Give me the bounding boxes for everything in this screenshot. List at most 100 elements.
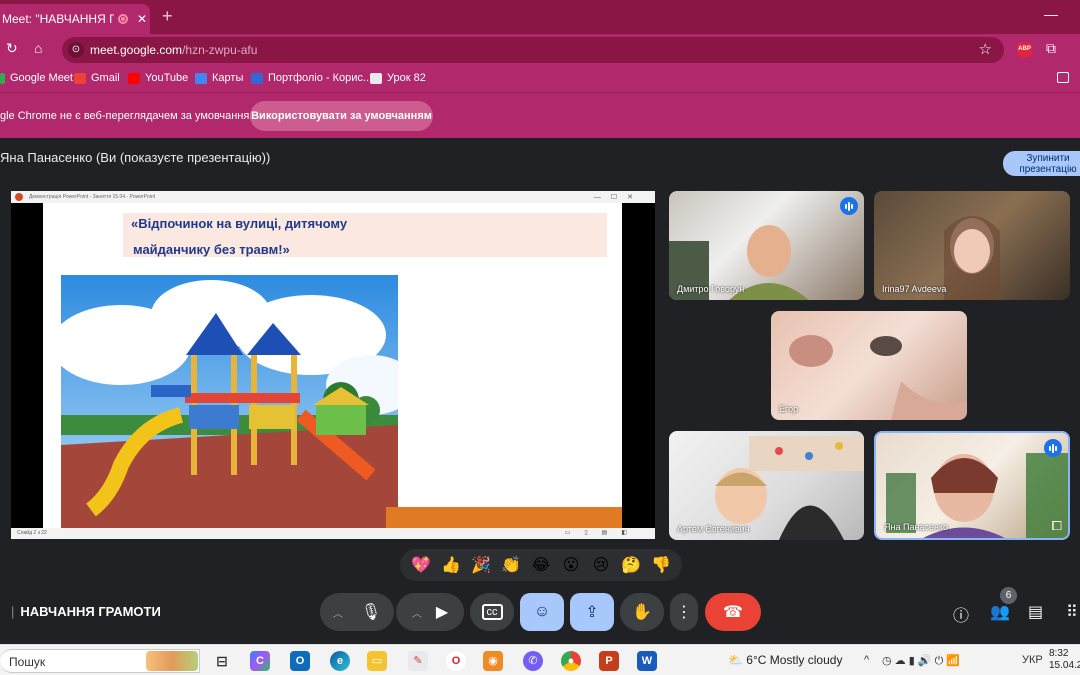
reaction-thumbs-up[interactable]: 👍 — [440, 555, 462, 575]
emoji-icon: ☺ — [533, 603, 551, 620]
people-icon[interactable]: 👥 — [990, 602, 1010, 622]
reactions-button[interactable]: ☺ — [520, 593, 564, 631]
participant-tile[interactable]: Егор — [771, 311, 967, 420]
url-text: meet.google.com/hzn-zwpu-afu — [90, 43, 258, 57]
activities-icon[interactable]: ⠿ — [1066, 602, 1078, 622]
chevron-up-icon[interactable]: ︿ — [333, 605, 343, 620]
new-tab-button[interactable]: + — [162, 6, 173, 27]
reaction-thinking[interactable]: 🤔 — [620, 555, 642, 575]
media-app-icon[interactable]: ◉ — [483, 651, 503, 671]
portfolio-icon — [251, 72, 263, 84]
bookmark-maps[interactable]: Карты — [195, 72, 243, 84]
tab-close-icon[interactable]: ✕ — [137, 12, 147, 26]
folder-icon — [370, 72, 382, 84]
captions-button[interactable]: cc — [470, 593, 514, 631]
site-info-icon[interactable]: ⊙ — [68, 42, 84, 58]
reaction-thumbs-down[interactable]: 👎 — [650, 555, 672, 575]
reaction-surprised[interactable]: 😮 — [560, 555, 582, 575]
slide: «Відпочинок на вулиці, дитячому майданчи… — [43, 203, 622, 528]
participant-name: Яна Панасенко — [884, 522, 948, 532]
active-tab[interactable]: Meet: "НАВЧАННЯ ГРАМО ✕ — [0, 4, 150, 34]
reaction-heart[interactable]: 💖 — [410, 555, 432, 575]
speaking-indicator-icon — [1044, 439, 1062, 457]
present-screen-icon: ⇪ — [585, 604, 599, 621]
reaction-clap[interactable]: 👏 — [500, 555, 522, 575]
raise-hand-button[interactable]: ✋ — [620, 593, 664, 631]
default-browser-infobar: gle Chrome не є веб-переглядачем за умов… — [0, 92, 1080, 138]
more-options-button[interactable]: ⋮ — [670, 593, 698, 631]
bookmark-lesson-82[interactable]: Урок 82 — [370, 72, 426, 84]
set-default-button[interactable]: Використовувати за умовчанням — [250, 101, 433, 131]
outlook-icon[interactable]: O — [290, 651, 310, 671]
participant-tile[interactable]: Дмитро Говорун — [669, 191, 864, 300]
search-highlight-image — [146, 651, 198, 671]
presenting-banner: Яна Панасенко (Ви (показуєте презентацію… — [0, 150, 271, 165]
powerpoint-titlebar: Демонстрація PowerPoint - Заняття 15.04 … — [11, 191, 655, 203]
bookmark-youtube[interactable]: YouTube — [128, 72, 188, 84]
task-view-icon[interactable]: ⊟ — [212, 651, 232, 671]
leave-call-button[interactable]: ☎ — [705, 593, 761, 631]
powerpoint-taskbar-icon[interactable]: P — [599, 651, 619, 671]
crop-icon[interactable]: ⧠ — [1052, 518, 1062, 534]
chat-icon[interactable]: ▤ — [1028, 602, 1043, 622]
slide-title-line2: майданчику без травм!» — [133, 242, 290, 257]
edge-icon[interactable]: e — [330, 651, 350, 671]
extensions-icon[interactable]: ⧉ — [1046, 40, 1056, 57]
camera-icon[interactable]: ▶ — [436, 602, 448, 622]
windows-taskbar: Пошук ⊟ C O e ▭ ✎ O ◉ ✆ ● P W ⛅ 6°C Most… — [0, 644, 1080, 675]
playground-image — [61, 275, 398, 528]
other-bookmarks-icon[interactable] — [1057, 72, 1074, 83]
participant-count-badge: 6 — [1000, 587, 1017, 604]
microphone-icon[interactable]: 🎙 — [361, 602, 381, 622]
chevron-up-icon[interactable]: ︿ — [412, 605, 422, 620]
bookmark-star-icon[interactable]: ☆ — [979, 40, 992, 58]
tab-strip: Meet: "НАВЧАННЯ ГРАМО ✕ + — — [0, 0, 1080, 34]
bookmark-google-meet[interactable]: Google Meet — [0, 72, 73, 84]
taskbar-search[interactable]: Пошук — [0, 649, 200, 673]
bookmark-portfolio[interactable]: Портфоліо - Корис... — [251, 72, 372, 84]
copilot-icon[interactable]: C — [250, 651, 270, 671]
slideshow-controls[interactable]: ▭▯▤◧ — [565, 528, 641, 539]
address-bar[interactable]: ⊙ meet.google.com/hzn-zwpu-afu ☆ — [62, 37, 1004, 63]
microphone-control[interactable]: ︿ 🎙 — [320, 593, 394, 631]
participant-name: Артем Євгенивич — [677, 524, 750, 534]
minimize-icon[interactable]: — — [1044, 6, 1058, 22]
home-icon[interactable]: ⌂ — [34, 40, 42, 56]
tab-title: Meet: "НАВЧАННЯ ГРАМО — [2, 12, 114, 26]
reaction-sad[interactable]: 😢 — [590, 555, 612, 575]
chrome-icon[interactable]: ● — [561, 651, 581, 671]
file-explorer-icon[interactable]: ▭ — [367, 651, 387, 671]
presentation-view: Демонстрація PowerPoint - Заняття 15.04 … — [11, 191, 655, 539]
infobar-message: gle Chrome не є веб-переглядачем за умов… — [0, 110, 257, 122]
hang-up-icon: ☎ — [723, 604, 743, 621]
meeting-name: | НАВЧАННЯ ГРАМОТИ — [11, 604, 161, 619]
hand-icon: ✋ — [632, 604, 652, 621]
tray-chevron-icon[interactable]: ^ — [864, 654, 869, 666]
adblock-icon[interactable]: ABP — [1017, 42, 1032, 57]
paint-icon[interactable]: ✎ — [408, 651, 428, 671]
navigation-bar: ↻ ⌂ ⊙ meet.google.com/hzn-zwpu-afu ☆ ABP… — [0, 34, 1080, 64]
participant-video — [789, 335, 967, 420]
info-icon[interactable]: ⓘ — [953, 602, 969, 626]
bookmark-gmail[interactable]: Gmail — [74, 72, 120, 84]
camera-control[interactable]: ︿ ▶ — [396, 593, 464, 631]
tray-icons[interactable]: ◷ ☁ ▮ 🔊 ⏻ 📶 — [882, 654, 960, 668]
bookmarks-bar: Google Meet Gmail YouTube Карты Портфолі… — [0, 64, 1080, 92]
stop-presenting-button[interactable]: Зупинити презентацію — [1003, 151, 1080, 176]
viber-icon[interactable]: ✆ — [523, 651, 543, 671]
reaction-party[interactable]: 🎉 — [470, 555, 492, 575]
participant-tile[interactable]: Irina97 Avdeeva — [874, 191, 1070, 300]
opera-icon[interactable]: O — [446, 651, 466, 671]
meet-icon — [0, 72, 5, 84]
maps-icon — [195, 72, 207, 84]
reaction-laugh[interactable]: 😂 — [530, 555, 552, 575]
search-label: Пошук — [9, 655, 46, 669]
clock[interactable]: 8:32 15.04.20 — [1049, 648, 1080, 672]
present-button[interactable]: ⇪ — [570, 593, 614, 631]
participant-tile[interactable]: Артем Євгенивич — [669, 431, 864, 540]
reload-icon[interactable]: ↻ — [6, 40, 18, 57]
language-indicator[interactable]: УКР — [1022, 654, 1043, 666]
weather-widget[interactable]: ⛅ 6°C Mostly cloudy — [728, 653, 842, 667]
participant-tile-self[interactable]: Яна Панасенко ⧠ — [874, 431, 1070, 540]
word-icon[interactable]: W — [637, 651, 657, 671]
